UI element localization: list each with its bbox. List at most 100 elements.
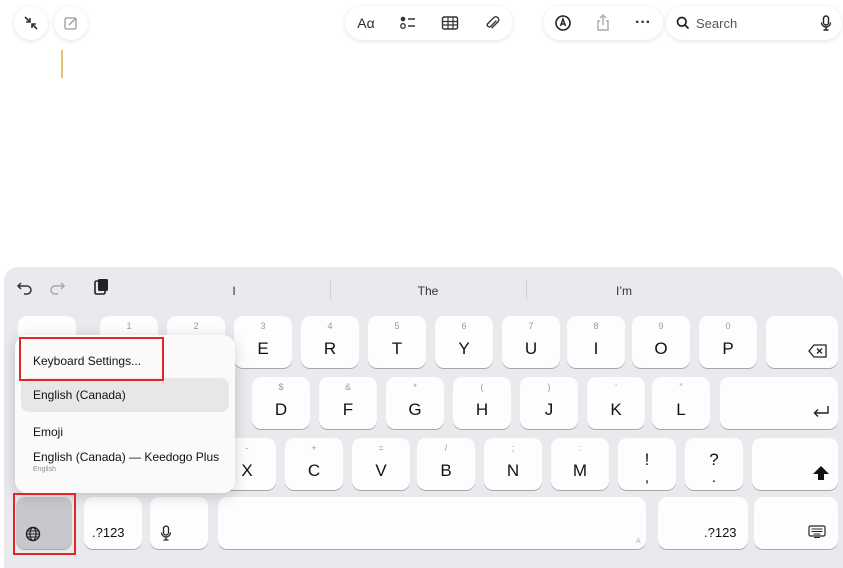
key-m[interactable]: : M bbox=[551, 438, 609, 490]
key-main-label: N bbox=[506, 461, 520, 480]
key-g[interactable]: * G bbox=[386, 377, 444, 429]
collapse-button[interactable] bbox=[14, 6, 48, 40]
key-j[interactable]: ) J bbox=[520, 377, 578, 429]
table-button[interactable] bbox=[429, 6, 471, 40]
suggestion-2[interactable]: The bbox=[378, 284, 478, 298]
key-main-label: I bbox=[593, 339, 599, 358]
key-alt-label: + bbox=[311, 443, 317, 453]
paperclip-icon bbox=[486, 16, 500, 29]
key-main-label: M bbox=[572, 461, 588, 480]
table-icon bbox=[441, 16, 459, 30]
space-bar-hint: A bbox=[636, 538, 641, 545]
key-l[interactable]: " L bbox=[652, 377, 710, 429]
key-t[interactable]: 5 T bbox=[368, 316, 426, 368]
checklist-icon bbox=[400, 16, 415, 29]
key-secondary-label: . bbox=[711, 469, 717, 486]
numbers-key-right[interactable]: .?123 bbox=[658, 497, 748, 549]
key-main-label: B bbox=[440, 461, 452, 480]
redo-icon[interactable] bbox=[48, 280, 66, 296]
format-toolbar: Aα bbox=[345, 6, 513, 40]
key-b[interactable]: / B bbox=[417, 438, 475, 490]
key-main-label: ? bbox=[709, 450, 719, 469]
key-n[interactable]: ; N bbox=[484, 438, 542, 490]
menu-item-keyboard-settings[interactable]: Keyboard Settings... bbox=[21, 347, 229, 375]
new-note-button[interactable] bbox=[54, 6, 88, 40]
key-y[interactable]: 6 Y bbox=[435, 316, 493, 368]
menu-item-label: Keyboard Settings... bbox=[33, 354, 142, 368]
key-main-label: J bbox=[544, 400, 554, 419]
numbers-key-label: .?123 bbox=[704, 525, 737, 540]
menu-item-emoji[interactable]: Emoji bbox=[21, 421, 229, 443]
undo-icon[interactable] bbox=[16, 280, 34, 296]
text-format-label: Aα bbox=[357, 15, 375, 31]
dictation-key[interactable] bbox=[150, 497, 208, 549]
checklist-button[interactable] bbox=[387, 6, 429, 40]
suggestion-3[interactable]: I’m bbox=[574, 284, 674, 298]
key-o[interactable]: 9 O bbox=[632, 316, 690, 368]
key-d[interactable]: $ D bbox=[252, 377, 310, 429]
more-button[interactable]: ··· bbox=[623, 6, 663, 40]
key-main-label: O bbox=[654, 339, 668, 358]
keyboard-language-menu: Keyboard Settings... English (Canada) Em… bbox=[15, 335, 235, 493]
suggestion-1[interactable]: I bbox=[184, 284, 284, 298]
dictation-mic-icon[interactable] bbox=[820, 15, 832, 31]
key-alt-label: * bbox=[413, 382, 417, 392]
key-alt-label: 2 bbox=[193, 321, 199, 331]
key-p[interactable]: 0 P bbox=[699, 316, 757, 368]
key-main-label: C bbox=[307, 461, 321, 480]
key-i[interactable]: 8 I bbox=[567, 316, 625, 368]
numbers-key[interactable]: .?123 bbox=[84, 497, 142, 549]
key-alt-label: : bbox=[578, 443, 582, 453]
key-r[interactable]: 4 R bbox=[301, 316, 359, 368]
share-button[interactable] bbox=[583, 6, 623, 40]
key-h[interactable]: ( H bbox=[453, 377, 511, 429]
key-alt-label: = bbox=[378, 443, 384, 453]
collapse-arrows-icon bbox=[24, 16, 38, 30]
hide-keyboard-key[interactable] bbox=[754, 497, 838, 549]
compose-icon bbox=[64, 17, 77, 30]
key-main-label: G bbox=[408, 400, 422, 419]
key-e[interactable]: 3 E bbox=[234, 316, 292, 368]
globe-key[interactable] bbox=[16, 497, 72, 549]
key-f[interactable]: & F bbox=[319, 377, 377, 429]
search-field[interactable]: Search bbox=[666, 6, 842, 40]
key-main-label: E bbox=[257, 339, 269, 358]
globe-icon bbox=[25, 526, 41, 542]
key-c[interactable]: + C bbox=[285, 438, 343, 490]
markup-pen-icon bbox=[555, 15, 571, 31]
key-main-label: K bbox=[610, 400, 622, 419]
text-format-button[interactable]: Aα bbox=[345, 6, 387, 40]
menu-item-label: English (Canada) bbox=[33, 388, 126, 402]
search-placeholder: Search bbox=[696, 15, 738, 31]
key-v[interactable]: = V bbox=[352, 438, 410, 490]
space-bar[interactable]: A bbox=[218, 497, 646, 549]
suggestion-bar: I The I’m bbox=[4, 267, 843, 313]
key-alt-label: 1 bbox=[126, 321, 132, 331]
delete-key[interactable] bbox=[766, 316, 838, 368]
delete-backspace-icon bbox=[808, 344, 827, 358]
paste-icon[interactable] bbox=[93, 278, 109, 296]
return-key[interactable] bbox=[720, 377, 838, 429]
attachment-button[interactable] bbox=[471, 6, 513, 40]
key-alt-label: 5 bbox=[394, 321, 400, 331]
key-alt-label: 0 bbox=[725, 321, 731, 331]
key-main-label: P bbox=[722, 339, 734, 358]
key-question[interactable]: ? . bbox=[685, 438, 743, 490]
menu-item-english-canada[interactable]: English (Canada) bbox=[21, 378, 229, 412]
key-main-label: H bbox=[475, 400, 489, 419]
key-alt-label: ( bbox=[480, 382, 484, 392]
key-alt-label: / bbox=[444, 443, 448, 453]
key-u[interactable]: 7 U bbox=[502, 316, 560, 368]
key-k[interactable]: ’ K bbox=[587, 377, 645, 429]
key-alt-label: & bbox=[344, 382, 351, 392]
key-alt-label: 7 bbox=[528, 321, 534, 331]
key-alt-label: ) bbox=[547, 382, 551, 392]
suggestion-divider bbox=[526, 279, 527, 299]
shift-key[interactable] bbox=[752, 438, 838, 490]
key-main-label: L bbox=[676, 400, 686, 419]
key-alt-label: 6 bbox=[461, 321, 467, 331]
key-exclamation[interactable]: ! , bbox=[618, 438, 676, 490]
menu-item-keedogo-plus[interactable]: English (Canada) — Keedogo Plus English bbox=[21, 449, 229, 483]
markup-button[interactable] bbox=[543, 6, 583, 40]
actions-toolbar: ··· bbox=[543, 6, 663, 40]
